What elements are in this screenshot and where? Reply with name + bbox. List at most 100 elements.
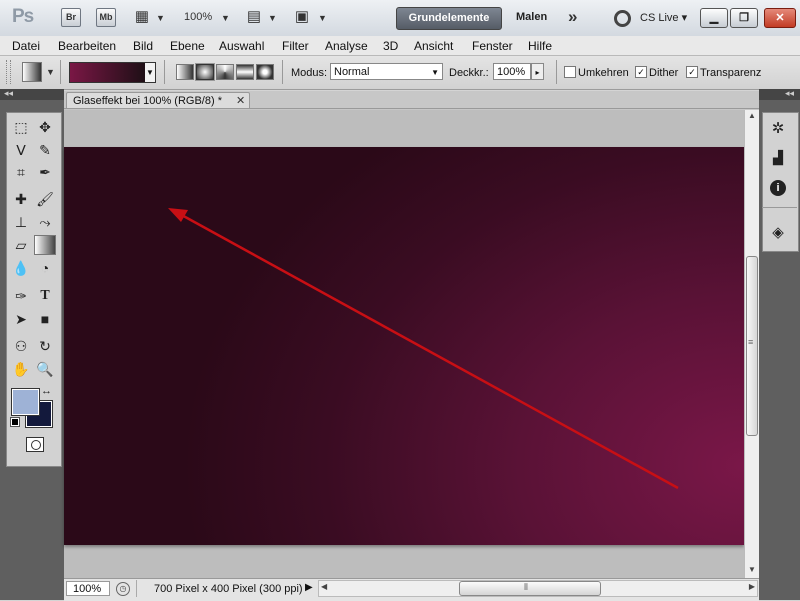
marquee-tool-icon[interactable]: ⬚ xyxy=(10,117,32,137)
angle-gradient-icon[interactable] xyxy=(216,64,234,80)
3d-rotate-tool-icon[interactable]: ⚇ xyxy=(10,336,32,356)
3d-orbit-tool-icon[interactable]: ↻ xyxy=(34,336,56,356)
collapse-icon[interactable]: ◂◂ xyxy=(4,88,13,99)
quick-mask-icon[interactable] xyxy=(26,437,44,452)
gradient-picker-dropdown-icon[interactable]: ▼ xyxy=(145,62,156,83)
type-tool-icon[interactable]: T xyxy=(34,286,56,306)
layers-icon[interactable]: ◈ xyxy=(768,224,788,242)
separator xyxy=(60,60,61,84)
close-button[interactable]: ✕ xyxy=(764,8,796,28)
workspace-grundelemente-button[interactable]: Grundelemente xyxy=(396,7,502,30)
navigator-icon[interactable]: ✲ xyxy=(768,120,788,138)
menu-auswahl[interactable]: Auswahl xyxy=(219,39,264,53)
bridge-button[interactable]: Br xyxy=(61,8,81,27)
menu-analyse[interactable]: Analyse xyxy=(325,39,368,53)
scroll-up-icon[interactable]: ▲ xyxy=(748,111,756,120)
cs-live-menu[interactable]: CS Live ▾ xyxy=(640,11,687,24)
zoom-tool-icon[interactable]: 🔍 xyxy=(34,359,56,379)
cs-live-icon[interactable] xyxy=(614,10,631,27)
document-tab[interactable]: Glaseffekt bei 100% (RGB/8) * ✕ xyxy=(66,92,250,109)
opacity-slider-icon[interactable]: ▸ xyxy=(531,63,544,80)
separator xyxy=(282,60,283,84)
chevron-down-icon[interactable]: ▼ xyxy=(156,13,165,23)
pen-tool-icon[interactable]: ✑ xyxy=(10,286,32,306)
status-info-icon[interactable]: ◷ xyxy=(116,582,130,596)
scroll-right-icon[interactable]: ▶ xyxy=(749,582,755,591)
hand-tool-icon[interactable]: ✋ xyxy=(10,359,32,379)
horizontal-scroll-thumb[interactable]: ⦀ xyxy=(459,581,601,596)
gradient-tool-icon[interactable] xyxy=(34,235,56,255)
dodge-tool-icon[interactable]: ◔ xyxy=(34,258,56,278)
zoom-level[interactable]: 100% xyxy=(184,11,212,23)
restore-button[interactable]: ❐ xyxy=(730,8,758,28)
transparency-label: Transparenz xyxy=(700,67,762,79)
arrange-documents-icon[interactable]: ▤ xyxy=(244,8,264,26)
reverse-checkbox[interactable] xyxy=(564,66,576,78)
crop-tool-icon[interactable]: ⌗ xyxy=(10,162,32,182)
tools-panel-header[interactable]: ◂◂ xyxy=(0,88,64,100)
healing-brush-tool-icon[interactable]: ✚ xyxy=(10,189,32,209)
menu-ansicht[interactable]: Ansicht xyxy=(414,39,453,53)
panels-dock-header[interactable]: ◂◂ xyxy=(759,88,800,100)
document-tab-title: Glaseffekt bei 100% (RGB/8) * xyxy=(73,95,222,107)
grip-icon: ⦀ xyxy=(524,582,528,592)
menu-3d[interactable]: 3D xyxy=(383,39,398,53)
path-selection-tool-icon[interactable]: ➤ xyxy=(10,309,32,329)
eyedropper-tool-icon[interactable]: ✒ xyxy=(34,162,56,182)
menu-ebene[interactable]: Ebene xyxy=(170,39,205,53)
clone-stamp-tool-icon[interactable]: ⊥ xyxy=(10,212,32,232)
menu-bild[interactable]: Bild xyxy=(133,39,153,53)
menu-bearbeiten[interactable]: Bearbeiten xyxy=(58,39,116,53)
lasso-tool-icon[interactable]: ᐯ xyxy=(10,140,32,160)
document-canvas[interactable] xyxy=(64,147,744,545)
radial-gradient-icon[interactable] xyxy=(195,63,215,81)
history-brush-tool-icon[interactable]: ⤳ xyxy=(34,212,56,232)
scroll-down-icon[interactable]: ▼ xyxy=(748,565,756,574)
workspace-malen-button[interactable]: Malen xyxy=(516,11,547,23)
gradient-tool-preset-icon[interactable] xyxy=(22,62,42,82)
scroll-left-icon[interactable]: ◀ xyxy=(321,582,327,591)
chevron-down-icon[interactable]: ▼ xyxy=(318,13,327,23)
quick-selection-tool-icon[interactable]: ✎ xyxy=(34,140,56,160)
menu-bar: Datei Bearbeiten Bild Ebene Auswahl Filt… xyxy=(0,36,800,56)
status-zoom-field[interactable]: 100% xyxy=(66,581,110,596)
blur-tool-icon[interactable]: 💧 xyxy=(10,258,32,278)
chevron-down-icon[interactable]: ▼ xyxy=(268,13,277,23)
chevron-down-icon: ▼ xyxy=(431,68,439,77)
expand-icon[interactable]: ◂◂ xyxy=(785,88,794,99)
linear-gradient-icon[interactable] xyxy=(176,64,194,80)
mode-select[interactable]: Normal ▼ xyxy=(330,63,443,80)
move-tool-icon[interactable]: ✥ xyxy=(34,117,56,137)
document-info-text: 700 Pixel x 400 Pixel (300 ppi) xyxy=(154,583,303,595)
rectangle-tool-icon[interactable]: ■ xyxy=(34,309,56,329)
swap-colors-icon[interactable]: ↔ xyxy=(41,385,52,397)
opacity-field[interactable]: 100% xyxy=(493,63,531,80)
menu-hilfe[interactable]: Hilfe xyxy=(528,39,552,53)
info-icon[interactable]: i xyxy=(770,180,786,196)
menu-datei[interactable]: Datei xyxy=(12,39,40,53)
reflected-gradient-icon[interactable] xyxy=(236,64,254,80)
chevron-down-icon[interactable]: ▼ xyxy=(46,67,55,77)
eraser-tool-icon[interactable]: ▱ xyxy=(10,235,32,255)
menu-filter[interactable]: Filter xyxy=(282,39,309,53)
chevron-down-icon[interactable]: ▼ xyxy=(221,13,230,23)
screen-mode-icon[interactable]: ▣ xyxy=(292,8,312,26)
foreground-color-swatch-top[interactable] xyxy=(11,388,40,416)
mini-bridge-button[interactable]: Mb xyxy=(96,8,116,27)
gradient-picker[interactable] xyxy=(69,62,147,83)
view-extras-icon[interactable]: ▦ xyxy=(132,8,152,26)
minimize-button[interactable]: ▁ xyxy=(700,8,728,28)
brush-tool-icon[interactable]: 🖌 xyxy=(34,189,56,209)
menu-fenster[interactable]: Fenster xyxy=(472,39,513,53)
more-workspaces-icon[interactable]: » xyxy=(568,7,577,27)
close-tab-icon[interactable]: ✕ xyxy=(236,94,245,107)
vertical-scroll-thumb[interactable]: ≡ xyxy=(746,256,758,436)
histogram-icon[interactable]: ▟ xyxy=(768,149,788,167)
diamond-gradient-icon[interactable] xyxy=(256,64,274,80)
application-bar: Ps Br Mb ▦ ▼ 100% ▼ ▤ ▼ ▣ ▼ Grundelement… xyxy=(0,0,800,37)
dither-checkbox[interactable]: ✓ xyxy=(635,66,647,78)
default-colors-icon[interactable] xyxy=(10,417,20,427)
transparency-checkbox[interactable]: ✓ xyxy=(686,66,698,78)
status-menu-arrow-icon[interactable]: ▶ xyxy=(305,582,313,593)
options-bar-grip[interactable] xyxy=(6,60,11,84)
